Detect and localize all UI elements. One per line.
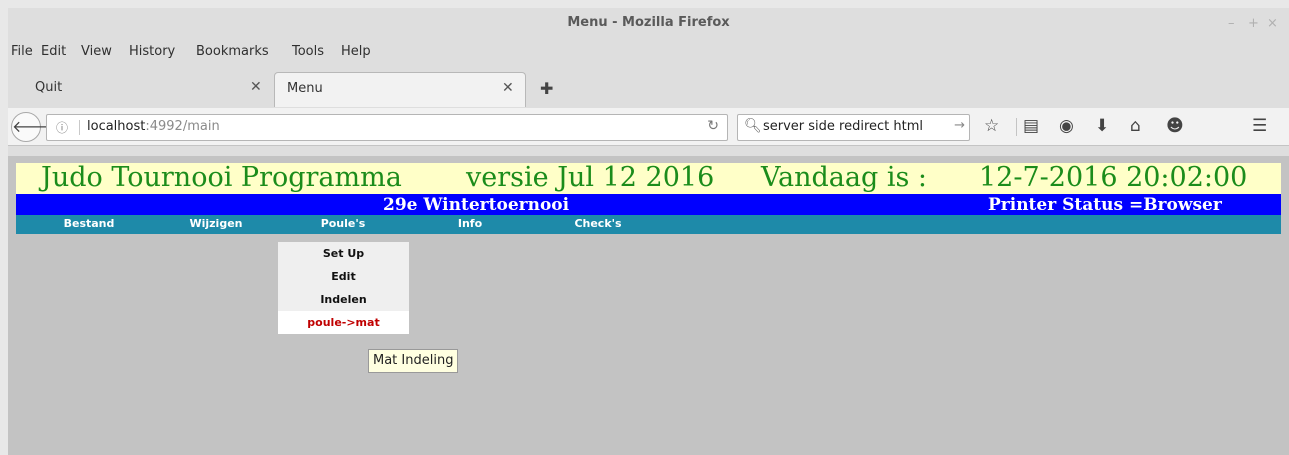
hamburger-menu-icon[interactable]: ☰ bbox=[1252, 116, 1267, 136]
browser-window: Menu - Mozilla Firefox – + × File Edit V… bbox=[8, 8, 1289, 455]
search-icon: 🔍︎ bbox=[744, 118, 762, 134]
url-bar[interactable]: ⓘ localhost:4992/main ↻ bbox=[46, 114, 728, 141]
new-tab-icon[interactable]: ✚ bbox=[540, 79, 553, 98]
menu-bookmarks[interactable]: Bookmarks bbox=[196, 44, 269, 59]
menu-edit[interactable]: Edit bbox=[41, 44, 66, 59]
datetime-text: 12-7-2016 20:02:00 bbox=[979, 162, 1248, 193]
poules-dropdown: Set Up Edit Indelen poule->mat bbox=[278, 242, 409, 334]
close-tab-icon[interactable]: ✕ bbox=[502, 80, 514, 96]
app-name: Judo Tournooi Programma bbox=[41, 162, 402, 193]
menu-file[interactable]: File bbox=[11, 44, 33, 59]
search-bar[interactable]: 🔍︎ server side redirect html → bbox=[737, 114, 970, 141]
today-label: Vandaag is : bbox=[761, 162, 928, 193]
search-go-icon[interactable]: → bbox=[954, 118, 965, 133]
download-icon[interactable]: ⬇ bbox=[1095, 116, 1109, 136]
tab-strip: Quit ✕ Menu ✕ bbox=[8, 72, 1289, 108]
app-menu-poules[interactable]: Poule's bbox=[278, 217, 408, 230]
nav-toolbar: 🡐 ⓘ localhost:4992/main ↻ 🔍︎ server side… bbox=[8, 108, 1289, 146]
search-input[interactable]: server side redirect html bbox=[763, 119, 923, 134]
close-window-button[interactable]: × bbox=[1267, 16, 1278, 31]
page-content: Judo Tournooi Programma versie Jul 12 20… bbox=[8, 156, 1289, 455]
dropdown-item-setup[interactable]: Set Up bbox=[278, 242, 409, 265]
home-icon[interactable]: ⌂ bbox=[1130, 116, 1141, 136]
window-title: Menu - Mozilla Firefox bbox=[567, 15, 730, 30]
tab-quit[interactable]: Quit ✕ bbox=[8, 72, 270, 106]
app-menu-wijzigen[interactable]: Wijzigen bbox=[151, 217, 281, 230]
dropdown-item-indelen[interactable]: Indelen bbox=[278, 288, 409, 311]
reading-list-icon[interactable]: ▤ bbox=[1023, 116, 1039, 136]
pocket-icon[interactable]: ◉ bbox=[1059, 116, 1074, 136]
app-menu-info[interactable]: Info bbox=[405, 217, 535, 230]
menu-history[interactable]: History bbox=[129, 44, 175, 59]
url-path: :4992/main bbox=[145, 119, 220, 134]
printer-status: Printer Status =Browser bbox=[988, 195, 1222, 215]
title-bar: Menu - Mozilla Firefox – + × bbox=[8, 8, 1289, 40]
maximize-button[interactable]: + bbox=[1248, 16, 1259, 31]
back-arrow-icon[interactable]: 🡐 bbox=[11, 112, 55, 142]
app-menu-checks[interactable]: Check's bbox=[533, 217, 663, 230]
tooltip: Mat Indeling bbox=[368, 349, 459, 373]
title-banner: Judo Tournooi Programma versie Jul 12 20… bbox=[16, 162, 1281, 194]
bookmark-star-icon[interactable]: ☆ bbox=[984, 116, 999, 136]
url-text[interactable]: localhost:4992/main bbox=[87, 119, 220, 134]
chat-icon[interactable]: ☻ bbox=[1166, 116, 1184, 136]
menu-help[interactable]: Help bbox=[341, 44, 371, 59]
tab-label: Quit bbox=[35, 80, 63, 95]
tab-menu[interactable]: Menu ✕ bbox=[274, 72, 526, 107]
dropdown-item-poule-mat[interactable]: poule->mat bbox=[278, 311, 409, 334]
url-host: localhost bbox=[87, 119, 146, 134]
info-icon[interactable]: ⓘ bbox=[56, 119, 68, 136]
menu-tools[interactable]: Tools bbox=[292, 44, 324, 59]
version-text: versie Jul 12 2016 bbox=[466, 162, 715, 193]
minimize-button[interactable]: – bbox=[1228, 16, 1235, 31]
app-menu-bar: Bestand Wijzigen Poule's Info Check's bbox=[16, 215, 1281, 234]
toolbar-divider bbox=[1016, 118, 1017, 136]
menu-view[interactable]: View bbox=[81, 44, 112, 59]
event-bar: 29e Wintertoernooi Printer Status =Brows… bbox=[16, 194, 1281, 215]
app-menu-bestand[interactable]: Bestand bbox=[24, 217, 154, 230]
dropdown-item-edit[interactable]: Edit bbox=[278, 265, 409, 288]
url-separator bbox=[79, 120, 80, 135]
tab-label: Menu bbox=[287, 81, 323, 96]
event-name: 29e Wintertoernooi bbox=[383, 195, 570, 215]
reload-icon[interactable]: ↻ bbox=[707, 118, 719, 134]
close-tab-icon[interactable]: ✕ bbox=[250, 79, 262, 95]
